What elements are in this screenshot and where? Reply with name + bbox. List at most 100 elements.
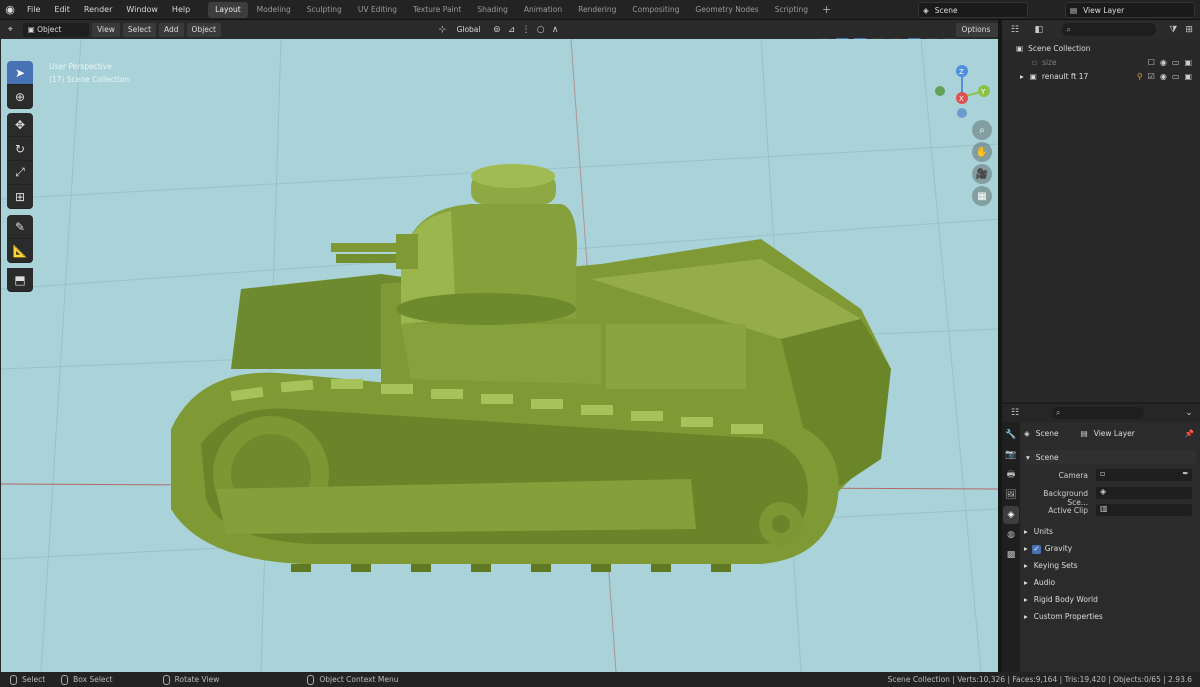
outliner-editor-icon[interactable]: ☷ — [1008, 23, 1022, 37]
custom-properties-panel[interactable]: ▸ Custom Properties — [1024, 612, 1103, 621]
snap-icon[interactable]: ⊿ — [505, 23, 518, 37]
scene-selector[interactable]: ◈ Scene — [918, 2, 1028, 18]
menu-window[interactable]: Window — [119, 0, 165, 20]
scale-tool-icon[interactable]: ⤢ — [7, 161, 33, 185]
select-box-tool-icon[interactable]: ➤ — [7, 61, 33, 85]
texture-tab-icon[interactable]: ▩ — [1003, 546, 1019, 564]
breadcrumb-scene: Scene — [1035, 429, 1059, 438]
audio-panel[interactable]: ▸ Audio — [1024, 578, 1055, 587]
status-rotate-label: Rotate View — [174, 675, 220, 684]
options-dropdown[interactable]: Options ▾ — [956, 22, 999, 48]
falloff-icon[interactable]: ∧ — [549, 23, 562, 37]
viewport-display-icon[interactable]: ▭ — [1172, 58, 1180, 67]
annotate-tool-icon[interactable]: ✎ — [7, 215, 33, 239]
render-camera-icon[interactable]: ▣ — [1184, 58, 1192, 67]
tab-sculpting[interactable]: Sculpting — [300, 2, 349, 18]
tab-shading[interactable]: Shading — [470, 2, 514, 18]
blender-logo-icon[interactable]: ◉ — [0, 0, 20, 20]
menu-file[interactable]: File — [20, 0, 47, 20]
menu-help[interactable]: Help — [165, 0, 197, 20]
tab-texture-paint[interactable]: Texture Paint — [406, 2, 468, 18]
tab-layout[interactable]: Layout — [208, 1, 248, 18]
snap-target-icon[interactable]: ⋮ — [520, 23, 533, 37]
camera-view-icon[interactable]: 🎥 — [972, 164, 992, 184]
status-select-label: Select — [22, 675, 46, 684]
gravity-checkbox-icon[interactable]: ✓ — [1031, 545, 1041, 554]
menu-render[interactable]: Render — [77, 0, 119, 20]
rotate-tool-icon[interactable]: ↻ — [7, 137, 33, 161]
display-mode-icon[interactable]: ◧ — [1032, 23, 1046, 37]
view-menu[interactable]: View — [92, 22, 120, 37]
collapsed-arrow-icon: ▸ — [1024, 612, 1028, 621]
gravity-panel[interactable]: ▸ ✓ Gravity — [1024, 544, 1072, 554]
camera-field[interactable]: ▫ ✒ — [1096, 469, 1192, 481]
move-tool-icon[interactable]: ✥ — [7, 113, 33, 137]
proportional-edit-icon[interactable]: ○ — [534, 23, 547, 37]
new-collection-icon[interactable]: ⊞ — [1182, 23, 1196, 37]
eyedropper-icon[interactable]: ✒ — [1182, 469, 1189, 478]
navigation-gizmo[interactable]: Z Y X — [929, 61, 998, 131]
editor-type-icon[interactable]: ⌖ — [4, 23, 17, 37]
tab-uv-editing[interactable]: UV Editing — [351, 2, 404, 18]
expand-arrow-icon[interactable]: ▸ — [1020, 72, 1024, 81]
render-camera-icon[interactable]: ▣ — [1184, 72, 1192, 81]
outliner-item-renault[interactable]: ▸ ▣ renault ft 17 ⚲ ☑ ◉ ▭ ▣ — [1002, 69, 1200, 83]
viewport-header: ⌖ ▣ Object Mode ▾ View Select Add Object… — [0, 20, 999, 48]
background-scene-label: Background Sce... — [1043, 489, 1088, 507]
world-tab-icon[interactable]: ◍ — [1003, 526, 1019, 544]
collapsed-arrow-icon: ▸ — [1024, 595, 1028, 604]
render-tab-icon[interactable]: 📷 — [1003, 446, 1019, 464]
transform-tool-icon[interactable]: ⊞ — [7, 185, 33, 209]
exclude-checkbox-icon[interactable]: ☑ — [1148, 72, 1155, 81]
outliner-item-size[interactable]: ▫ size ☐ ◉ ▭ ▣ — [1002, 55, 1200, 69]
add-cube-tool-icon[interactable]: ⬒ — [7, 268, 33, 292]
pan-hand-icon[interactable]: ✋ — [972, 142, 992, 162]
transform-orientation-select[interactable]: Global ▾ — [452, 23, 489, 48]
outliner-search-input[interactable]: ⌕ — [1061, 23, 1157, 36]
view-layer-tab-icon[interactable]: 🖼 — [1003, 486, 1019, 504]
visibility-eye-icon[interactable]: ◉ — [1160, 72, 1167, 81]
tool-tab-icon[interactable]: 🔧 — [1003, 426, 1019, 444]
collection-icon: ▣ — [1029, 71, 1037, 81]
background-scene-field[interactable]: ◈ — [1096, 487, 1192, 499]
exclude-checkbox-icon[interactable]: ☐ — [1148, 58, 1155, 67]
menu-edit[interactable]: Edit — [47, 0, 77, 20]
outliner-item-label: size — [1042, 57, 1057, 67]
mode-selector[interactable]: ▣ Object Mode ▾ — [22, 22, 90, 48]
add-menu[interactable]: Add — [159, 22, 184, 37]
tab-modeling[interactable]: Modeling — [250, 2, 298, 18]
pivot-icon[interactable]: ⊚ — [491, 23, 504, 37]
visibility-eye-icon[interactable]: ◉ — [1160, 58, 1167, 67]
pin-icon[interactable]: 📌 — [1185, 429, 1194, 438]
rigid-body-world-panel[interactable]: ▸ Rigid Body World — [1024, 595, 1098, 604]
tank-model[interactable] — [171, 164, 891, 572]
properties-editor-icon[interactable]: ☷ — [1008, 406, 1022, 420]
3d-viewport[interactable]: User Perspective (17) Scene Collection ➤… — [0, 39, 998, 672]
view-layer-selector[interactable]: ▤ View Layer — [1065, 2, 1195, 18]
select-menu[interactable]: Select — [122, 22, 157, 37]
object-menu[interactable]: Object — [186, 22, 221, 37]
tab-geometry-nodes[interactable]: Geometry Nodes — [688, 2, 765, 18]
cursor-tool-icon[interactable]: ⊕ — [7, 85, 33, 109]
zoom-icon[interactable]: ⌕ — [972, 120, 992, 140]
tab-rendering[interactable]: Rendering — [571, 2, 623, 18]
measure-tool-icon[interactable]: 📐 — [7, 239, 33, 263]
outliner-header: ☷ ◧ ⌕ ⧩ ⊞ — [1002, 20, 1200, 39]
scene-panel-header[interactable]: ▾ Scene — [1024, 450, 1196, 464]
keying-sets-panel[interactable]: ▸ Keying Sets — [1024, 561, 1078, 570]
properties-search-input[interactable]: ⌕ — [1052, 407, 1144, 419]
tab-animation[interactable]: Animation — [517, 2, 569, 18]
add-workspace-icon[interactable]: + — [816, 3, 837, 16]
units-panel[interactable]: ▸ Units — [1024, 527, 1053, 536]
active-clip-field[interactable]: ▥ — [1096, 504, 1192, 516]
viewport-display-icon[interactable]: ▭ — [1172, 72, 1180, 81]
tab-scripting[interactable]: Scripting — [768, 2, 815, 18]
ortho-grid-icon[interactable]: ▦ — [972, 186, 992, 206]
tab-compositing[interactable]: Compositing — [625, 2, 686, 18]
output-tab-icon[interactable]: 🖶 — [1003, 466, 1019, 484]
outliner-root-row[interactable]: ▣ Scene Collection — [1002, 41, 1200, 55]
scene-tab-icon[interactable]: ◈ — [1003, 506, 1019, 524]
options-chevron-icon[interactable]: ⌄ — [1182, 406, 1196, 420]
main-menu: File Edit Render Window Help — [20, 0, 197, 20]
filter-icon[interactable]: ⧩ — [1166, 23, 1180, 37]
